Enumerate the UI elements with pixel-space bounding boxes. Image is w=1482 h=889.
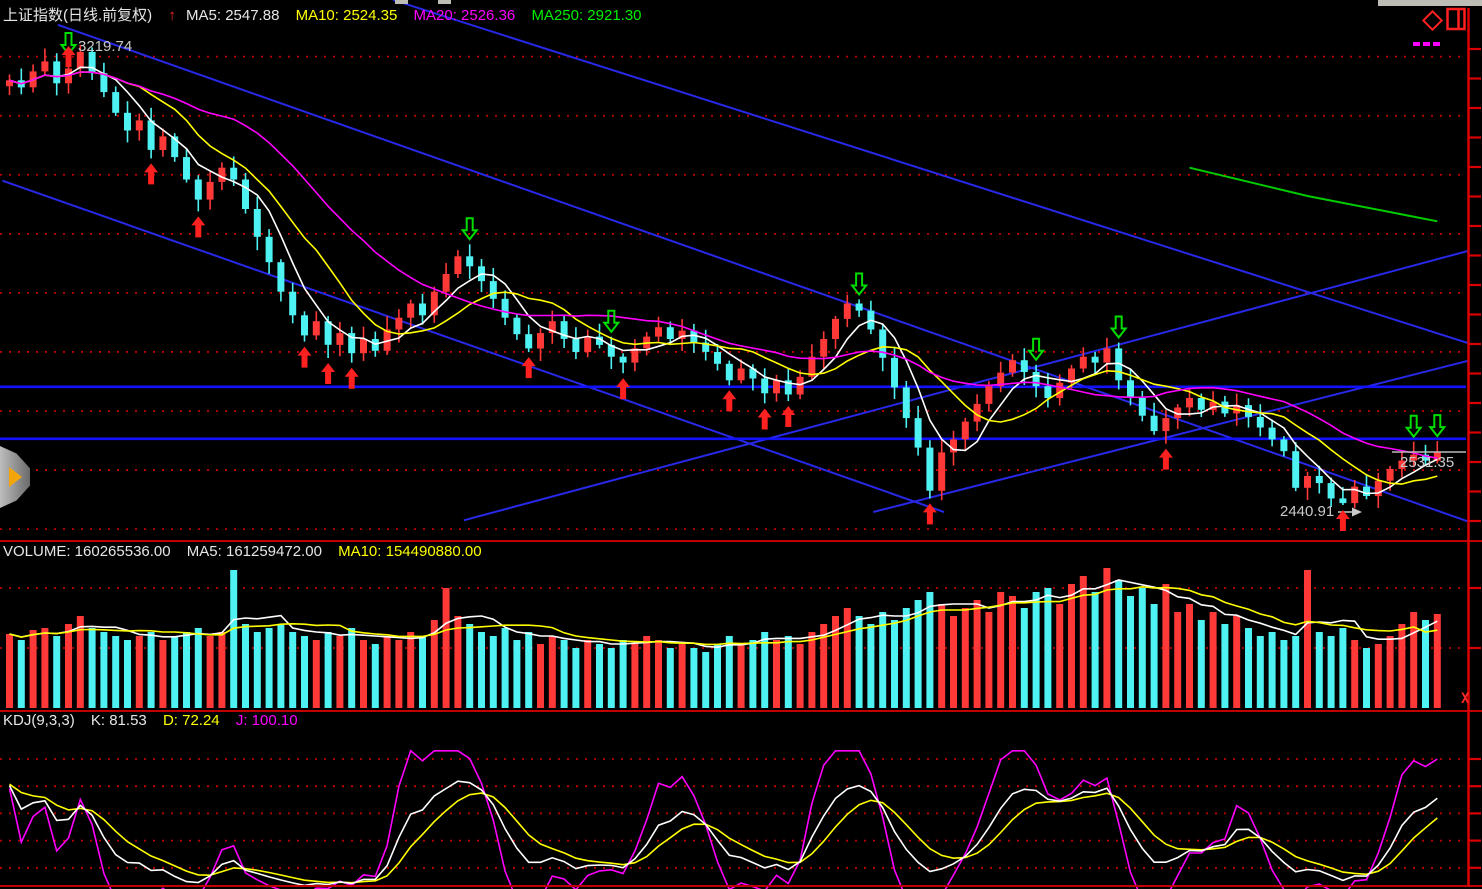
volume-value: VOLUME: 160265536.00 <box>3 543 171 560</box>
ellipsis-indicator-icon <box>1413 33 1443 51</box>
expand-arrow-icon <box>9 467 22 487</box>
split-window-icon[interactable] <box>1446 7 1468 38</box>
kdj-d-value: D: 72.24 <box>163 712 220 729</box>
ma5-value: MA5: 2547.88 <box>186 7 279 24</box>
low-price-label: 2440.91 <box>1280 503 1334 520</box>
kdj-k-value: K: 81.53 <box>91 712 147 729</box>
trading-app-window: { "window": {"width": 1482, "height": 88… <box>0 0 1482 889</box>
window-chrome-fragment <box>395 0 408 4</box>
last-price-label: 2531.35 <box>1400 454 1454 471</box>
kdj-indicator-name: KDJ(9,3,3) <box>3 712 75 729</box>
ma20-value: MA20: 2526.36 <box>414 7 516 24</box>
volume-pane-header: VOLUME: 160265536.00 MA5: 161259472.00 M… <box>3 543 494 560</box>
volume-ma10-value: MA10: 154490880.00 <box>338 543 481 560</box>
kdj-pane-header: KDJ(9,3,3) K: 81.53 D: 72.24 J: 100.10 <box>3 712 310 729</box>
window-chrome-fragment <box>1378 0 1482 6</box>
chart-title: 上证指数(日线.前复权) <box>3 7 152 24</box>
chart-canvas[interactable] <box>0 0 1482 889</box>
close-pane-icon[interactable]: X <box>1461 691 1469 707</box>
high-price-label: 3219.74 <box>78 38 132 55</box>
ma250-value: MA250: 2921.30 <box>531 7 641 24</box>
ma10-value: MA10: 2524.35 <box>296 7 398 24</box>
window-chrome-fragment <box>438 0 451 4</box>
kdj-j-value: J: 100.10 <box>236 712 298 729</box>
volume-ma5-value: MA5: 161259472.00 <box>187 543 322 560</box>
up-arrow-icon: ↑ <box>168 7 176 24</box>
main-chart-header: 上证指数(日线.前复权) ↑ MA5: 2547.88 MA10: 2524.3… <box>3 4 654 25</box>
